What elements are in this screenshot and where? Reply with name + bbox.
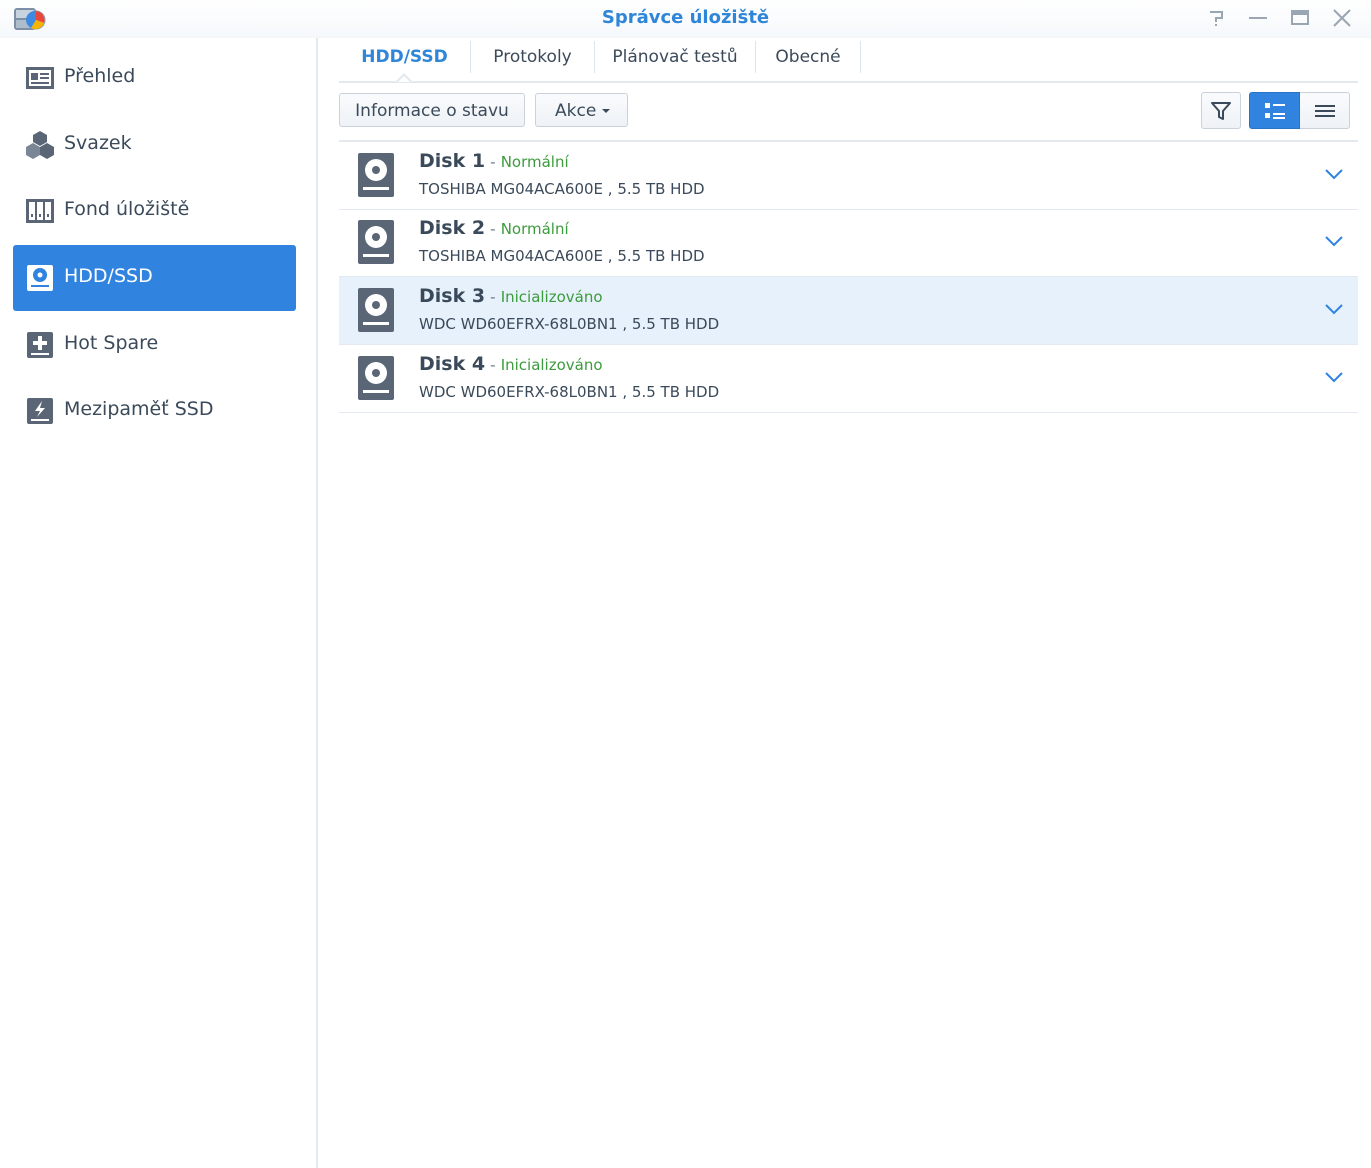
close-icon[interactable]	[1329, 6, 1355, 30]
sidebar-item-mezipamet-ssd[interactable]: Mezipaměť SSD	[13, 378, 296, 444]
window-title: Správce úložiště	[601, 7, 770, 28]
sidebar-item-label: Fond úložiště	[64, 198, 190, 220]
tab-obecne[interactable]: Obecné	[756, 38, 860, 81]
status-badge: Inicializováno	[500, 288, 603, 306]
disk-model: TOSHIBA MG04ACA600E	[419, 247, 604, 265]
separator: -	[490, 288, 496, 306]
hdd-icon	[358, 153, 394, 197]
disk-name: Disk 4	[419, 353, 486, 375]
disk-row[interactable]: Disk 2 - Normální TOSHIBA MG04ACA600E , …	[339, 209, 1358, 277]
tab-planovac-testu[interactable]: Plánovač testů	[595, 38, 755, 81]
action-dropdown-label: Akce	[555, 101, 597, 121]
disk-row[interactable]: Disk 3 - Inicializováno WDC WD60EFRX-68L…	[339, 277, 1358, 345]
sidebar-item-label: Mezipaměť SSD	[64, 398, 214, 420]
sidebar-item-label: Svazek	[64, 132, 132, 154]
detail-view-button[interactable]	[1249, 92, 1300, 129]
sidebar-item-label: Přehled	[64, 65, 136, 87]
sidebar-item-fond-uloziste[interactable]: Fond úložiště	[13, 178, 296, 244]
storage-pool-icon	[26, 199, 54, 223]
filter-icon	[1211, 102, 1231, 120]
disk-name: Disk 2	[419, 217, 486, 239]
status-badge: Normální	[500, 220, 569, 238]
sidebar-item-hot-spare[interactable]: Hot Spare	[13, 312, 296, 378]
filter-button[interactable]	[1201, 92, 1241, 129]
chevron-down-icon[interactable]	[1324, 167, 1344, 181]
disk-model: WDC WD60EFRX-68L0BN1	[419, 315, 618, 333]
caret-down-icon	[602, 109, 610, 113]
hdd-icon	[358, 288, 394, 332]
sidebar-item-label: HDD/SSD	[64, 265, 153, 287]
overview-icon	[26, 67, 54, 89]
disk-row[interactable]: Disk 1 - Normální TOSHIBA MG04ACA600E , …	[339, 142, 1358, 210]
compact-list-view-icon	[1315, 105, 1335, 117]
disk-size: , 5.5 TB HDD	[607, 180, 705, 198]
help-icon[interactable]	[1203, 6, 1229, 30]
tab-bar: HDD/SSD Protokoly Plánovač testů Obecné	[339, 38, 1358, 83]
chevron-down-icon[interactable]	[1324, 234, 1344, 248]
maximize-icon[interactable]	[1287, 6, 1313, 30]
sidebar-item-label: Hot Spare	[64, 332, 159, 354]
ssd-cache-icon	[27, 398, 53, 424]
status-badge: Inicializováno	[500, 356, 603, 374]
disk-size: , 5.5 TB HDD	[622, 383, 720, 401]
title-bar: Správce úložiště	[0, 0, 1371, 38]
chevron-down-icon[interactable]	[1324, 370, 1344, 384]
compact-view-button[interactable]	[1300, 92, 1350, 129]
disk-size: , 5.5 TB HDD	[622, 315, 720, 333]
separator: -	[490, 220, 496, 238]
disk-name: Disk 3	[419, 285, 486, 307]
chevron-down-icon[interactable]	[1324, 302, 1344, 316]
sidebar: Přehled Svazek Fond úložiště HDD/SSD Hot…	[0, 38, 318, 1168]
status-badge: Normální	[500, 153, 569, 171]
disk-model: TOSHIBA MG04ACA600E	[419, 180, 604, 198]
separator: -	[490, 356, 496, 374]
hdd-icon	[358, 220, 394, 264]
sidebar-item-hdd-ssd[interactable]: HDD/SSD	[13, 245, 296, 311]
hdd-icon	[358, 356, 394, 400]
volume-icon	[26, 131, 54, 159]
active-tab-indicator-inner	[398, 76, 410, 82]
disk-size: , 5.5 TB HDD	[607, 247, 705, 265]
hot-spare-icon	[27, 332, 53, 358]
hdd-icon	[27, 265, 53, 291]
separator: -	[490, 153, 496, 171]
disk-name: Disk 1	[419, 150, 486, 172]
tab-protokoly[interactable]: Protokoly	[471, 38, 594, 81]
status-info-button[interactable]: Informace o stavu	[339, 93, 525, 127]
action-dropdown-button[interactable]: Akce	[535, 93, 628, 127]
sidebar-item-svazek[interactable]: Svazek	[13, 112, 296, 178]
sidebar-item-prehled[interactable]: Přehled	[13, 45, 296, 111]
disk-model: WDC WD60EFRX-68L0BN1	[419, 383, 618, 401]
disk-row[interactable]: Disk 4 - Inicializováno WDC WD60EFRX-68L…	[339, 345, 1358, 413]
tab-separator	[860, 41, 861, 73]
minimize-icon[interactable]	[1245, 6, 1271, 30]
detail-list-view-icon	[1265, 103, 1285, 119]
